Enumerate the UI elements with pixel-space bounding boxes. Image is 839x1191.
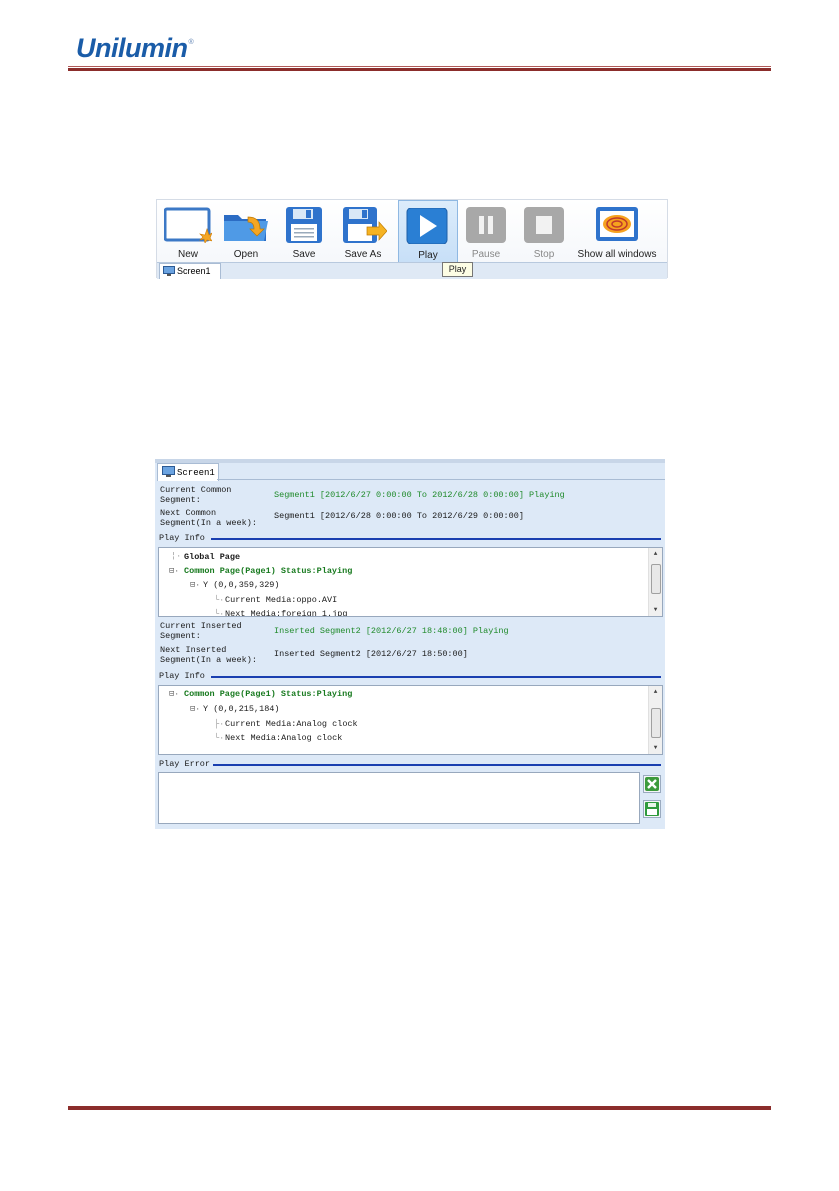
save-icon [286,207,322,243]
play-info-header-2: Play Info [159,671,661,681]
tree-node-common-page[interactable]: Common Page(Page1) Status:Playing [184,566,352,576]
play-info-title: Play Info [159,533,208,543]
next-inserted-value: Inserted Segment2 [2012/6/27 18:50:00] [274,649,468,659]
open-folder-icon [224,215,268,241]
save-disk-icon [645,802,659,816]
tree-expander[interactable]: ⊟· [190,580,200,590]
pause-button[interactable]: Pause [458,204,514,262]
play-info-tree-2[interactable]: ⊟· Common Page(Page1) Status:Playing ⊟· … [158,685,663,755]
section-line [211,676,661,678]
scroll-thumb[interactable] [651,708,661,738]
tree-connector: ¦· [171,551,182,561]
monitor-icon [163,266,175,276]
toolbar-screenshot: New Open Save Save As Play Pause Stop Sh… [156,199,668,279]
header-rule [68,68,771,71]
tree-connector: └· [214,733,225,743]
play-info-header: Play Info [159,533,661,543]
stop-button[interactable]: Stop [516,204,572,262]
registered-mark: ® [188,39,194,46]
toolbar-tab-strip: Screen1 [157,262,667,279]
page-number-area [786,0,814,22]
scroll-up-icon[interactable]: ▲ [649,549,662,559]
current-inserted-label: Current Inserted Segment: [160,621,242,641]
tab-screen1-label: Screen1 [177,266,211,276]
panel-tab-label: Screen1 [177,468,215,478]
scroll-down-icon[interactable]: ▼ [649,743,662,753]
section-line [211,538,661,540]
tree-node-window[interactable]: Y (0,0,359,329) [203,580,280,590]
play-error-header: Play Error [159,759,661,769]
scroll-thumb[interactable] [651,564,661,594]
scroll-down-icon[interactable]: ▼ [649,605,662,615]
next-common-segment-label: Next Common Segment(In a week): [160,508,257,528]
save-button[interactable]: Save [276,204,332,262]
play-error-textbox[interactable] [158,772,640,824]
play-button[interactable]: Play [398,200,458,264]
save-error-button[interactable] [643,800,661,818]
tree-connector: └· [214,595,225,605]
open-button[interactable]: Open [218,204,274,262]
tree-node-current-media[interactable]: Current Media:oppo.AVI [225,595,337,605]
tree-expander[interactable]: ⊟· [169,566,179,576]
new-icon [164,207,212,243]
tab-screen1[interactable]: Screen1 [159,263,221,279]
new-button[interactable]: New [160,204,216,262]
stop-label: Stop [533,249,555,260]
save-as-button[interactable]: Save As [335,204,391,262]
footer-rule [68,1106,771,1110]
current-common-segment-value: Segment1 [2012/6/27 0:00:00 To 2012/6/28… [274,490,565,500]
clear-error-button[interactable] [643,775,661,793]
play-icon [406,208,448,244]
show-all-windows-button[interactable]: Show all windows [578,204,656,262]
tree-node-global-page[interactable]: Global Page [184,552,240,562]
show-windows-icon [596,207,638,241]
tab-baseline [217,479,665,480]
tree-expander[interactable]: ⊟· [169,689,179,699]
tree-node-next-media[interactable]: Next Media:Analog clock [225,733,342,743]
clear-x-icon [645,777,659,791]
section-line [213,764,661,766]
monitor-icon [162,466,175,477]
stop-icon [524,207,564,243]
panel-tab-screen1[interactable]: Screen1 [157,463,219,481]
next-common-segment-value: Segment1 [2012/6/28 0:00:00 To 2012/6/29… [274,511,524,521]
unilumin-logo: Unilumin® [76,33,194,64]
play-error-title: Play Error [159,759,214,769]
tree-connector: ├· [214,719,225,729]
tree-connector: └· [214,609,225,617]
tree-scrollbar[interactable]: ▲ ▼ [648,548,662,616]
current-inserted-value: Inserted Segment2 [2012/6/27 18:48:00] P… [274,626,509,636]
panel-top-strip [155,459,665,463]
tree-node-current-media[interactable]: Current Media:Analog clock [225,719,358,729]
save-as-label: Save As [344,249,382,260]
show-all-windows-label: Show all windows [577,249,657,260]
play-info-title-2: Play Info [159,671,208,681]
tree-node-next-media[interactable]: Next Media:foreign 1.jpg [225,609,347,616]
play-info-tree[interactable]: ¦· Global Page ⊟· Common Page(Page1) Sta… [158,547,663,617]
tree-node-common-page[interactable]: Common Page(Page1) Status:Playing [184,689,352,699]
scroll-up-icon[interactable]: ▲ [649,687,662,697]
logo-text: Unilumin [76,33,188,63]
play-panel-screenshot: Screen1 Current Common Segment: Segment1… [155,459,665,829]
tree-scrollbar[interactable]: ▲ ▼ [648,686,662,754]
next-inserted-label: Next Inserted Segment(In a week): [160,645,257,665]
save-as-icon [343,207,387,243]
tree-node-window[interactable]: Y (0,0,215,184) [203,704,280,714]
play-tooltip: Play [442,262,473,277]
header-rule-thin [68,66,771,67]
tree-expander[interactable]: ⊟· [190,704,200,714]
pause-icon [466,207,506,243]
current-common-segment-label: Current Common Segment: [160,485,232,505]
